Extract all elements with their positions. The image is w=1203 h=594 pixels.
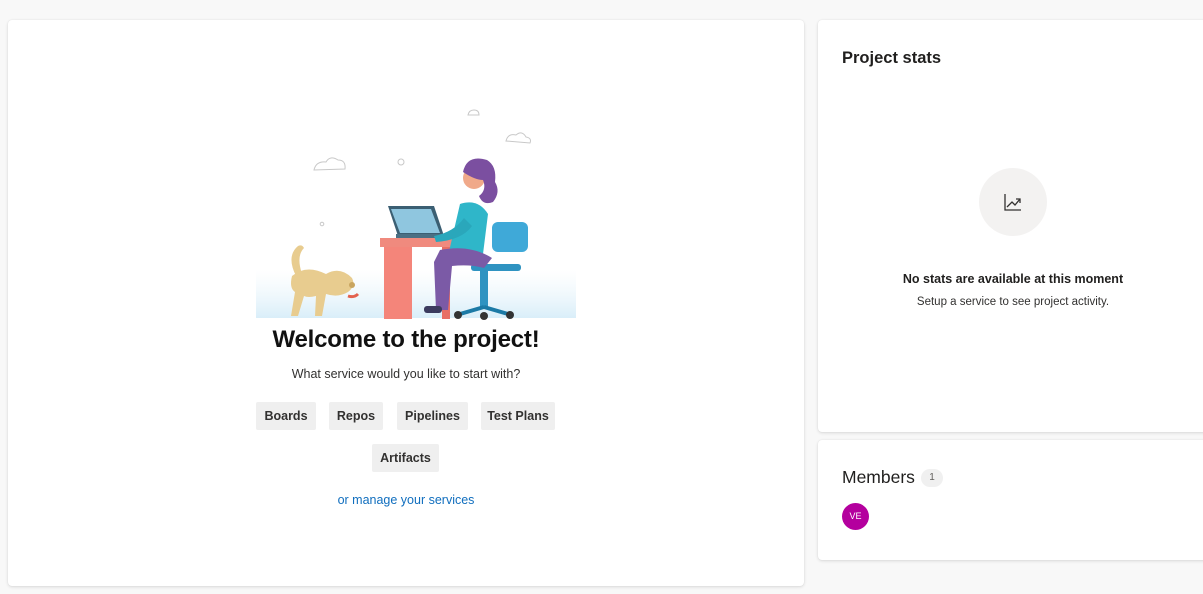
welcome-card: Welcome to the project! What service wou… [8,20,804,586]
welcome-illustration [256,109,576,320]
test-plans-button[interactable]: Test Plans [481,402,555,430]
stats-empty-subtitle: Setup a service to see project activity. [916,296,1110,308]
boards-button[interactable]: Boards [256,402,316,430]
project-stats-card: Project stats No stats are available at … [818,20,1203,432]
manage-services-link[interactable]: or manage your services [8,493,804,507]
stats-icon-container [979,168,1047,236]
stats-empty-title: No stats are available at this moment [902,272,1124,286]
project-stats-title: Project stats [842,49,942,67]
members-card: Members 1 VE [818,440,1203,560]
members-count-badge: 1 [921,469,943,487]
welcome-title: Welcome to the project! [272,326,540,353]
repos-button[interactable]: Repos [329,402,383,430]
welcome-subtitle: What service would you like to start wit… [291,367,521,381]
artifacts-button[interactable]: Artifacts [372,444,439,472]
trending-chart-icon [1004,194,1021,211]
pipelines-button[interactable]: Pipelines [397,402,468,430]
members-title: Members [842,467,915,487]
avatar[interactable]: VE [842,503,869,530]
